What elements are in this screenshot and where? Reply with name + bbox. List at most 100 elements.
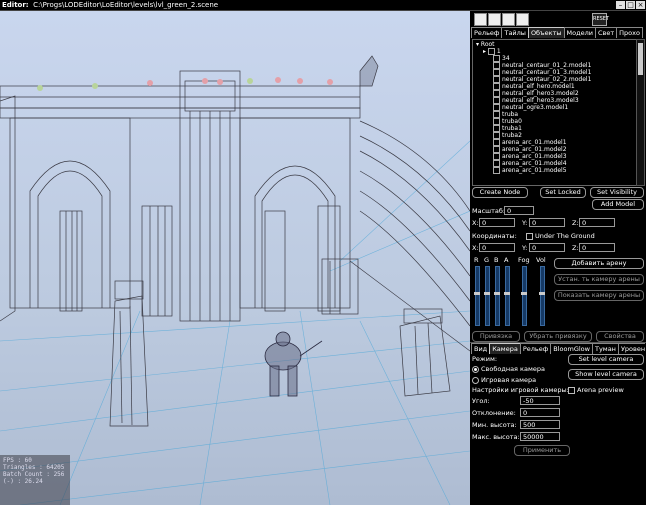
new-file-icon[interactable] [474,13,487,26]
tree-item[interactable]: 34 [493,55,510,62]
min-height-label: Мин. высота: [472,421,517,429]
tree-item[interactable]: ▸ 1 [483,48,501,55]
tree-item[interactable]: neutral_ogre3.model1 [493,104,568,111]
free-camera-radio[interactable]: Свободная камера [472,365,545,373]
z-field[interactable]: 0 [579,218,615,227]
tree-item[interactable]: neutral_centaur_01_3.model1 [493,69,591,76]
tree-item[interactable]: arena_arc_01.model3 [493,153,567,160]
create-node-button[interactable]: Create Node [472,187,528,198]
tree-item[interactable]: neutral_elf_hero3.model2 [493,90,579,97]
tab-fog[interactable]: Туман [591,343,619,354]
tree-item[interactable]: neutral_centaur_01_2.model1 [493,62,591,69]
tree-item[interactable]: neutral_centaur_02_2.model1 [493,76,591,83]
set-visibility-button[interactable]: Set Visibility [590,187,644,198]
slider-knob[interactable] [539,292,545,295]
set-arena-camera-button[interactable]: Устан. ть камеру арены [554,274,644,285]
bottom-tabs: ВидКамераРельефBloomGlowТуманУровень [471,343,645,354]
close-icon[interactable]: × [636,1,645,9]
scroll-thumb[interactable] [638,43,643,75]
slider-knob[interactable] [484,292,490,295]
tab-camera[interactable]: Камера [489,343,521,354]
coord-x-field[interactable]: 0 [479,243,515,252]
tree-root[interactable]: ▾ Root [476,41,495,48]
save-as-icon[interactable] [516,13,529,26]
maximize-icon[interactable]: □ [626,1,635,9]
slider-b[interactable] [494,266,500,326]
minimize-icon[interactable]: – [616,1,625,9]
angle-field[interactable]: -50 [520,396,560,405]
coord-z-field[interactable]: 0 [579,243,615,252]
tab-objects[interactable]: Объекты [527,27,565,38]
arena-preview-checkbox[interactable]: Arena preview [568,386,624,394]
tab-tiles[interactable]: Тайлы [501,27,529,38]
triangles-readout: Triangles : 64205 [3,464,65,471]
max-height-field[interactable]: 50000 [520,432,560,441]
slider-r[interactable] [474,266,480,326]
min-height-field[interactable]: 500 [520,420,560,429]
tab-bloomglow[interactable]: BloomGlow [550,343,593,354]
reset-button[interactable]: RESET [592,13,609,26]
deviation-label: Отклонение: [472,409,516,417]
apply-button[interactable]: Применить [514,445,570,456]
deviation-field[interactable]: 0 [520,408,560,417]
tab-models[interactable]: Модели [563,27,596,38]
tree-item[interactable]: truba1 [493,125,522,132]
unbind-button[interactable]: Убрать привязку [524,331,592,342]
slider-knob[interactable] [474,292,480,295]
ground-grid [0,140,470,505]
tree-item[interactable]: truba0 [493,118,522,125]
coord-y-field[interactable]: 0 [529,243,565,252]
slider-label-g: G [484,256,490,264]
tab-level[interactable]: Уровень [617,343,645,354]
statue-model [359,55,379,87]
tree-item[interactable]: arena_arc_01.model4 [493,160,567,167]
max-height-label: Макс. высота: [472,433,520,441]
tab-relief-bottom[interactable]: Рельеф [519,343,552,354]
object-tree[interactable]: ▾ Root ▸ 1 34 neutral_centaur_01_2.model… [472,39,638,186]
save-icon[interactable] [502,13,515,26]
slider-label-fog: Fog [518,256,530,264]
show-arena-camera-button[interactable]: Показать камеру арены [554,290,644,301]
slider-fog[interactable] [521,266,527,326]
under-ground-checkbox[interactable]: Under The Ground [526,232,595,240]
tab-view[interactable]: Вид [471,343,491,354]
tab-passes[interactable]: Прохо [616,27,643,38]
set-locked-button[interactable]: Set Locked [540,187,586,198]
show-level-camera-button[interactable]: Show level camera [568,369,644,380]
mode-label: Режим: [472,355,498,363]
tree-item[interactable]: truba2 [493,132,522,139]
scale-label: Масштаб: [472,207,506,215]
slider-label-vol: Vol [536,256,546,264]
toolbar: RESET [470,11,646,27]
3d-viewport[interactable]: FPS : 60 Triangles : 64205 Batch Count :… [0,11,470,505]
slider-a[interactable] [504,266,510,326]
tree-scrollbar[interactable] [636,39,645,186]
slider-knob[interactable] [521,292,527,295]
game-camera-radio[interactable]: Игровая камера [472,376,536,384]
scale-field[interactable]: 0 [504,206,534,215]
tree-item[interactable]: arena_arc_01.model1 [493,139,567,146]
properties-button[interactable]: Свойства [596,331,644,342]
coord-x-label: X: [472,244,479,252]
bind-button[interactable]: Привязка [472,331,520,342]
tree-item[interactable]: neutral_elf_hero3.model3 [493,97,579,104]
set-level-camera-button[interactable]: Set level camera [568,354,644,365]
open-folder-icon[interactable] [488,13,501,26]
game-camera-settings-label: Настройки игровой камеры: [472,386,569,394]
add-arena-button[interactable]: Добавить арену [554,258,644,269]
tab-relief[interactable]: Рельеф [471,27,503,38]
tab-light[interactable]: Свет [594,27,618,38]
back-wall [0,70,470,427]
slider-g[interactable] [484,266,490,326]
tree-item[interactable]: neutral_elf_hero.model1 [493,83,575,90]
x-field[interactable]: 0 [479,218,515,227]
tree-item[interactable]: truba [493,111,518,118]
tree-item[interactable]: arena_arc_01.model5 [493,167,567,174]
tree-item[interactable]: arena_arc_01.model2 [493,146,567,153]
slider-knob[interactable] [504,292,510,295]
slider-knob[interactable] [494,292,500,295]
z-label: Z: [572,219,579,227]
add-model-button[interactable]: Add Model [592,199,644,210]
slider-vol[interactable] [539,266,545,326]
y-field[interactable]: 0 [529,218,565,227]
